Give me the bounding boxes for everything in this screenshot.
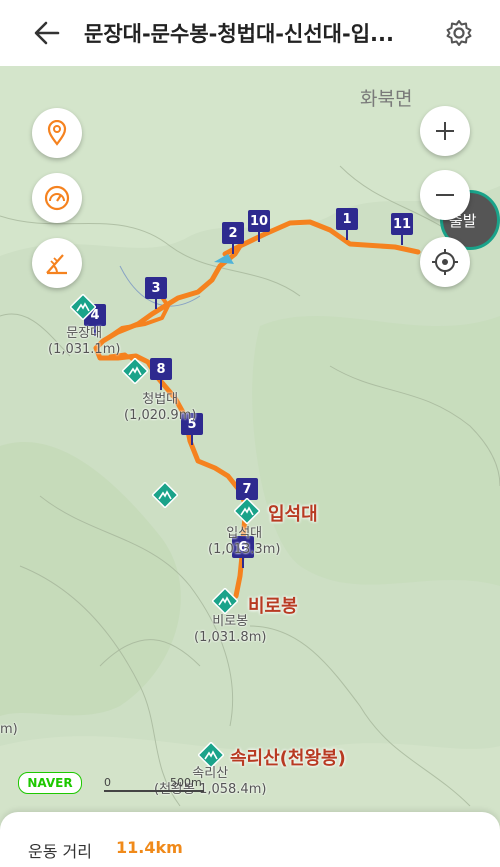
app-header: 문장대-문수봉-청법대-신선대-입... [0, 0, 500, 66]
speed-button[interactable] [32, 173, 82, 223]
mountain-peak-icon[interactable] [152, 482, 178, 508]
peak-label-cheongbeopdae: 청법대 (1,020.9m) [124, 392, 197, 423]
offscreen-peak-label: m) [0, 722, 18, 737]
location-button[interactable] [32, 108, 82, 158]
zoom-out-button[interactable] [420, 170, 470, 220]
scale-zero-label: 0 [104, 776, 111, 789]
map-scale-bar: 0 500m [104, 776, 234, 794]
scale-line [104, 790, 204, 792]
area-label: 화북면 [360, 88, 413, 110]
trail-map[interactable]: 화북면 1 2 3 4 5 6 7 8 10 11 문장대 (1,031.1m) … [0, 66, 500, 867]
mountain-peak-icon[interactable] [198, 742, 224, 768]
waypoint-marker[interactable]: 2 [222, 222, 244, 254]
summary-panel: 운동 거리 11.4km [0, 812, 500, 867]
page-title: 문장대-문수봉-청법대-신선대-입... [84, 22, 394, 46]
mountain-peak-icon[interactable] [70, 294, 96, 320]
distance-value: 11.4km [116, 838, 183, 857]
peak-name-ipseokdae: 입석대 [268, 504, 318, 525]
waypoint-marker[interactable]: 7 [236, 478, 258, 510]
slope-icon [46, 254, 67, 275]
scale-distance-label: 500m [170, 776, 202, 789]
waypoint-marker[interactable]: 8 [150, 358, 172, 390]
peak-label-birobong: 비로봉 (1,031.8m) [194, 614, 267, 645]
naver-logo: NAVER [18, 772, 82, 794]
gauge-icon [44, 185, 70, 211]
distance-label: 운동 거리 [28, 842, 92, 861]
slope-button[interactable] [32, 238, 82, 288]
current-location-button[interactable] [420, 237, 470, 287]
waypoint-marker[interactable]: 10 [248, 210, 270, 242]
peak-label-ipseokdae: 입석대 (1,013.3m) [208, 526, 281, 557]
waypoint-marker[interactable]: 11 [391, 213, 413, 245]
gear-icon[interactable] [444, 18, 474, 48]
crosshair-icon [432, 249, 458, 275]
mountain-peak-icon[interactable] [212, 588, 238, 614]
waypoint-marker[interactable]: 1 [336, 208, 358, 240]
arrow-left-icon[interactable] [32, 19, 62, 47]
mountain-peak-icon[interactable] [122, 358, 148, 384]
zoom-in-button[interactable] [420, 106, 470, 156]
plus-icon [436, 122, 454, 140]
location-pin-icon [47, 120, 67, 146]
waypoint-marker[interactable]: 3 [145, 277, 167, 309]
minus-icon [436, 194, 454, 196]
mountain-peak-icon[interactable] [234, 498, 260, 524]
peak-label-munjangdae: 문장대 (1,031.1m) [48, 326, 121, 357]
